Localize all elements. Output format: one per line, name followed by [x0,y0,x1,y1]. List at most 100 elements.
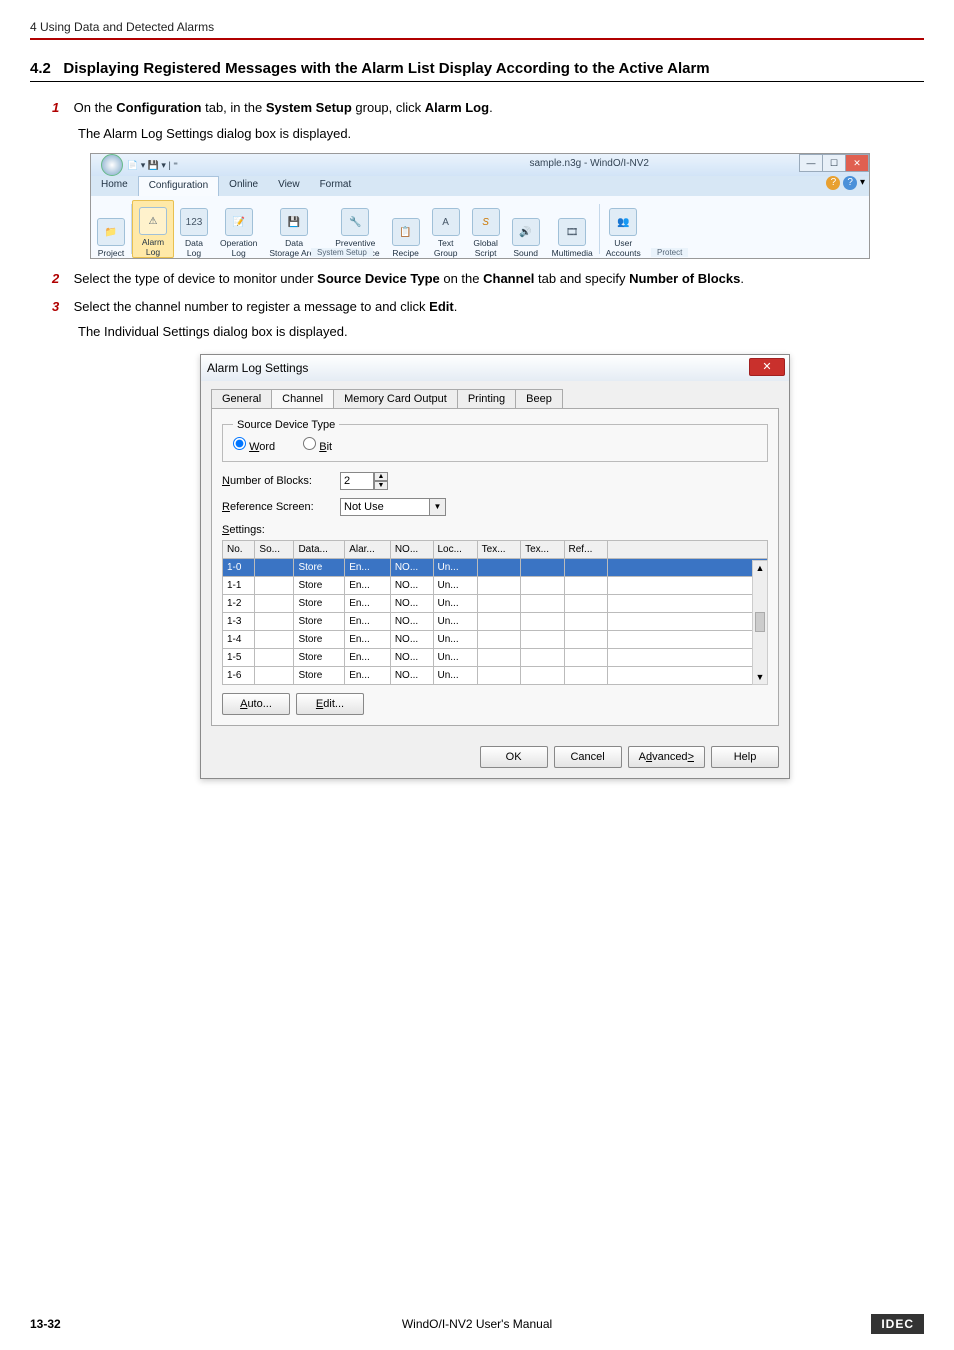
cell-no: 1-5 [223,648,255,666]
scrollbar[interactable]: ▲ ▼ [752,560,768,685]
table-row[interactable]: 1-2StoreEn...NO...Un... [223,594,768,612]
dialog-tab-channel[interactable]: Channel [271,389,334,408]
quick-access-toolbar[interactable]: 📄 ▾ 💾 ▾ | ⁼ [127,160,178,171]
cell-no2: NO... [390,558,433,576]
group-label-system-setup: System Setup [311,248,373,257]
cell-loc: Un... [433,576,477,594]
radio-bit-input[interactable] [303,437,316,450]
cell-empty [564,630,608,648]
cell-loc: Un... [433,558,477,576]
step-text: On the [74,100,117,115]
ribbon-item-global-script[interactable]: S Global Script [466,200,506,258]
close-button[interactable]: ✕ [845,154,869,172]
th-ref[interactable]: Ref... [564,540,608,558]
table-row[interactable]: 1-5StoreEn...NO...Un... [223,648,768,666]
cell-so [255,648,294,666]
alarm-log-icon: ⚠ [139,207,167,235]
step-1-desc: The Alarm Log Settings dialog box is dis… [78,124,914,144]
cell-empty [521,648,564,666]
tab-home[interactable]: Home [91,176,138,196]
cell-empty [477,630,520,648]
ribbon-item-multimedia[interactable]: 🎞 Multimedia [546,200,599,258]
cancel-button[interactable]: Cancel [554,746,622,768]
dialog-tab-beep[interactable]: Beep [515,389,563,408]
tab-online[interactable]: Online [219,176,268,196]
bold-source-device-type: Source Device Type [317,271,440,286]
ribbon-item-user-accounts[interactable]: 👥 User Accounts [600,200,647,258]
label-ref-screen: Reference Screen: [222,501,332,513]
app-orb-icon[interactable] [101,154,123,176]
scroll-thumb[interactable] [755,612,765,632]
dialog-titlebar: Alarm Log Settings ✕ [201,355,789,381]
cell-empty [477,612,520,630]
radio-word-input[interactable] [233,437,246,450]
cell-no: 1-2 [223,594,255,612]
ribbon-item-sound[interactable]: 🔊 Sound [506,200,546,258]
dialog-tabs: General Channel Memory Card Output Print… [211,389,779,408]
bold-channel: Channel [483,271,534,286]
table-row[interactable]: 1-0StoreEn...NO...Un... [223,558,768,576]
th-no2[interactable]: NO... [390,540,433,558]
section-heading-text: Displaying Registered Messages with the … [63,60,709,77]
th-tex2[interactable]: Tex... [521,540,564,558]
cell-empty [521,630,564,648]
table-row[interactable]: 1-3StoreEn...NO...Un... [223,612,768,630]
table-row[interactable]: 1-4StoreEn...NO...Un... [223,630,768,648]
cell-data: Store [294,576,345,594]
section-title: 4.2 Displaying Registered Messages with … [30,60,924,77]
dialog-tab-memory[interactable]: Memory Card Output [333,389,458,408]
tab-format[interactable]: Format [310,176,362,196]
ribbon-item-text-group[interactable]: A Text Group [426,200,466,258]
spin-up-icon[interactable]: ▲ [374,472,388,481]
table-row[interactable]: 1-6StoreEn...NO...Un... [223,666,768,684]
ribbon-item-project[interactable]: 📁 Project [91,200,131,258]
step-number: 2 [52,269,70,289]
ribbon-item-data-log[interactable]: 123 Data Log [174,200,214,258]
group-source-device-type: Source Device Type Word Bit [222,419,768,462]
dialog-tab-printing[interactable]: Printing [457,389,516,408]
th-data[interactable]: Data... [294,540,345,558]
minimize-button[interactable]: — [799,154,823,172]
dialog-tab-general[interactable]: General [211,389,272,408]
cell-empty [521,594,564,612]
ribbon-titlebar: 📄 ▾ 💾 ▾ | ⁼ sample.n3g - WindO/I-NV2 — ☐… [91,154,869,176]
cell-no: 1-1 [223,576,255,594]
radio-bit[interactable]: Bit [303,437,332,453]
spin-num-blocks[interactable]: ▲▼ [340,472,388,490]
auto-button[interactable]: Auto... [222,693,290,715]
radio-word[interactable]: Word [233,437,275,453]
th-tex1[interactable]: Tex... [477,540,520,558]
ribbon-help-icons[interactable]: ? ? ▾ [826,176,865,190]
ok-button[interactable]: OK [480,746,548,768]
cell-empty [521,666,564,684]
tab-view[interactable]: View [268,176,310,196]
settings-table[interactable]: No. So... Data... Alar... NO... Loc... T… [222,540,768,685]
cell-no2: NO... [390,612,433,630]
ribbon-item-alarm-log[interactable]: ⚠ Alarm Log [132,200,174,258]
chevron-down-icon[interactable]: ▼ [430,498,446,516]
maximize-button[interactable]: ☐ [822,154,846,172]
num-blocks-input[interactable] [340,472,374,490]
th-alar[interactable]: Alar... [345,540,391,558]
th-so[interactable]: So... [255,540,294,558]
combo-ref-screen[interactable]: ▼ [340,498,446,516]
scroll-down-icon[interactable]: ▼ [756,672,765,682]
edit-button[interactable]: Edit... [296,693,364,715]
header-rule [30,38,924,40]
recipe-icon: 📋 [392,218,420,246]
th-loc[interactable]: Loc... [433,540,477,558]
tab-configuration[interactable]: Configuration [138,176,219,196]
ribbon-item-operation-log[interactable]: 📝 Operation Log [214,200,263,258]
ref-screen-input[interactable] [340,498,430,516]
scroll-up-icon[interactable]: ▲ [756,563,765,573]
th-no[interactable]: No. [223,540,255,558]
ribbon-item-recipe[interactable]: 📋 Recipe [386,200,426,258]
field-num-blocks: Number of Blocks: ▲▼ [222,472,768,490]
section-underline [30,81,924,82]
multimedia-icon: 🎞 [558,218,586,246]
advanced-button[interactable]: Advanced > [628,746,705,768]
table-row[interactable]: 1-1StoreEn...NO...Un... [223,576,768,594]
help-button[interactable]: Help [711,746,779,768]
dialog-close-button[interactable]: ✕ [749,358,785,376]
spin-down-icon[interactable]: ▼ [374,481,388,490]
